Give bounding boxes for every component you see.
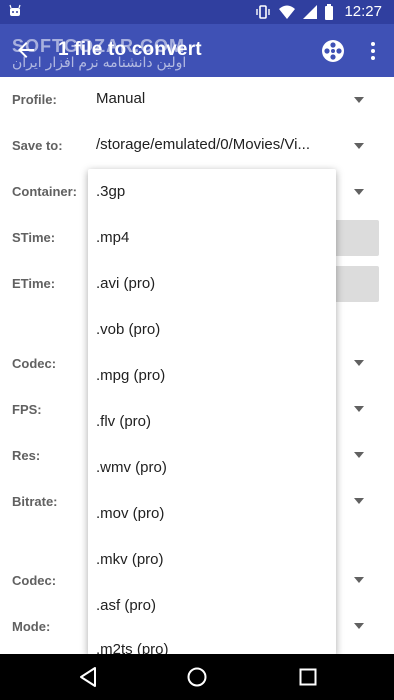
save-to-label: Save to:	[12, 138, 63, 153]
signal-icon	[303, 5, 318, 19]
android-icon	[9, 4, 21, 16]
dropdown-option-mov[interactable]: .mov (pro)	[88, 491, 336, 537]
wifi-icon	[279, 5, 296, 19]
chevron-down-icon[interactable]	[354, 577, 364, 583]
dropdown-option-m2ts[interactable]: .m2ts (pro)	[88, 627, 336, 655]
chevron-down-icon[interactable]	[354, 452, 364, 458]
chevron-down-icon[interactable]	[354, 189, 364, 195]
profile-value[interactable]: Manual	[96, 90, 322, 107]
res-label: Res:	[12, 448, 41, 463]
profile-row[interactable]: Profile: Manual	[0, 80, 394, 120]
vibrate-icon	[256, 5, 271, 19]
clock: 12:27	[344, 3, 382, 20]
dropdown-option-mp4[interactable]: .mp4	[88, 215, 336, 261]
status-bar: 12:27	[0, 0, 394, 24]
battery-icon	[325, 4, 334, 20]
dropdown-option-3gp[interactable]: .3gp	[88, 169, 336, 215]
dropdown-option-avi[interactable]: .avi (pro)	[88, 261, 336, 307]
home-circle-icon[interactable]	[185, 665, 209, 689]
back-arrow-icon[interactable]	[14, 38, 38, 62]
chevron-down-icon[interactable]	[354, 498, 364, 504]
mode-label: Mode:	[12, 619, 51, 634]
recents-square-icon[interactable]	[296, 665, 320, 689]
save-to-value[interactable]: /storage/emulated/0/Movies/Vi...	[96, 136, 322, 153]
app-bar: SOFTGOZAR.COM اولین دانشنامه نرم افزار ا…	[0, 24, 394, 77]
etime-label: ETime:	[12, 276, 56, 291]
fps-label: FPS:	[12, 402, 42, 417]
dropdown-option-asf[interactable]: .asf (pro)	[88, 583, 336, 629]
dropdown-option-mkv[interactable]: .mkv (pro)	[88, 537, 336, 583]
audio-codec-label: Codec:	[12, 573, 57, 588]
dropdown-option-mpg[interactable]: .mpg (pro)	[88, 353, 336, 399]
more-vert-icon[interactable]	[364, 40, 382, 62]
stime-label: STime:	[12, 230, 56, 245]
video-codec-label: Codec:	[12, 356, 57, 371]
page-title: 1 file to convert	[58, 39, 202, 60]
bitrate-label: Bitrate:	[12, 494, 58, 509]
dropdown-option-wmv[interactable]: .wmv (pro)	[88, 445, 336, 491]
container-label: Container:	[12, 184, 77, 199]
chevron-down-icon[interactable]	[354, 623, 364, 629]
chevron-down-icon[interactable]	[354, 406, 364, 412]
film-reel-icon[interactable]	[320, 38, 346, 64]
container-dropdown: .3gp .mp4 .avi (pro) .vob (pro) .mpg (pr…	[88, 169, 336, 655]
system-nav-bar	[0, 654, 394, 700]
chevron-down-icon[interactable]	[354, 360, 364, 366]
back-triangle-icon[interactable]	[76, 665, 100, 689]
dropdown-option-flv[interactable]: .flv (pro)	[88, 399, 336, 445]
profile-label: Profile:	[12, 92, 57, 107]
chevron-down-icon[interactable]	[354, 143, 364, 149]
dropdown-option-vob[interactable]: .vob (pro)	[88, 307, 336, 353]
chevron-down-icon[interactable]	[354, 97, 364, 103]
screen: 12:27 SOFTGOZAR.COM اولین دانشنامه نرم ا…	[0, 0, 394, 700]
save-to-row[interactable]: Save to: /storage/emulated/0/Movies/Vi..…	[0, 126, 394, 166]
